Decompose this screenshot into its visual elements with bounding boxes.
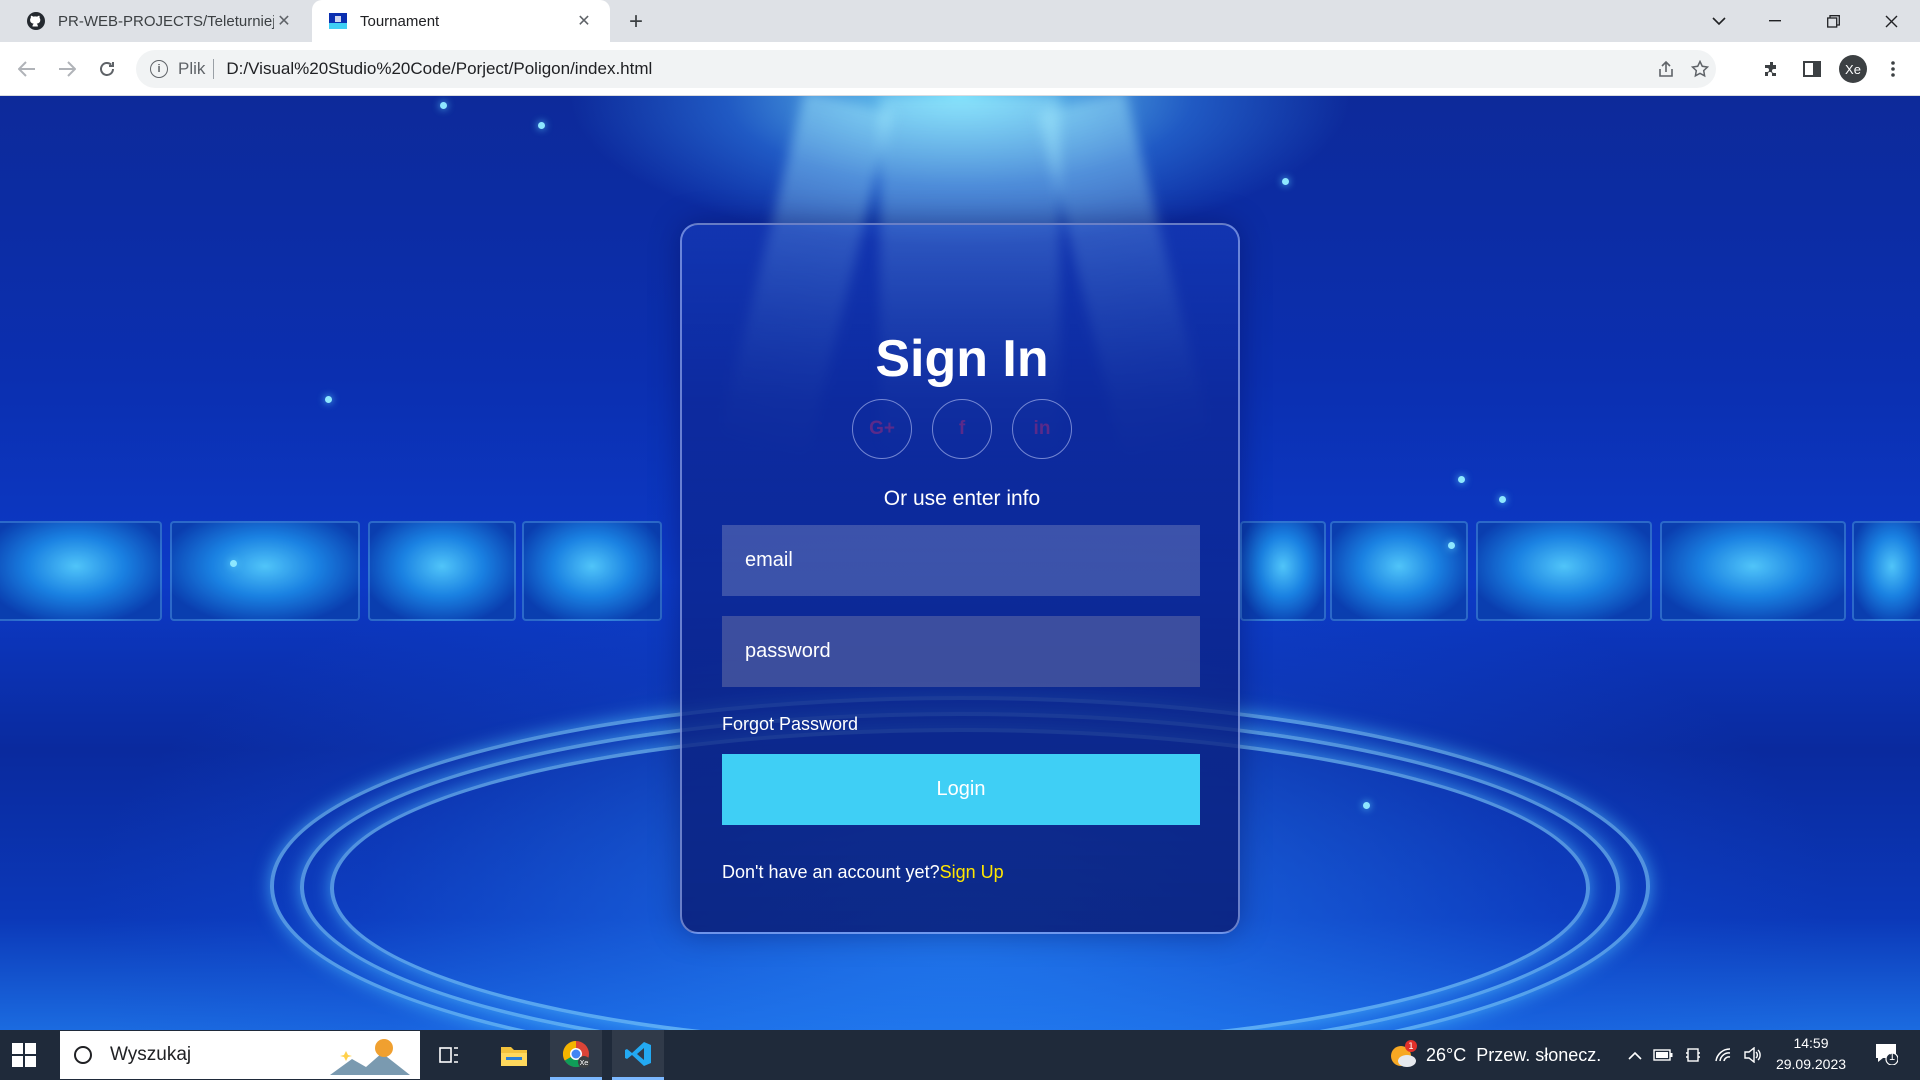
side-panel-icon[interactable] bbox=[1797, 54, 1827, 84]
weather-temp: 26°C bbox=[1426, 1044, 1467, 1065]
weather-widget[interactable]: 1 26°C Przew. słonecz. bbox=[1388, 1030, 1601, 1080]
menu-icon[interactable] bbox=[1878, 54, 1908, 84]
divider bbox=[213, 59, 215, 79]
sparkle bbox=[440, 102, 447, 109]
linkedin-button[interactable]: in bbox=[1012, 399, 1072, 459]
device-icon[interactable] bbox=[1678, 1047, 1708, 1063]
stage-screen bbox=[1660, 521, 1846, 621]
taskbar-search-placeholder: Wyszukaj bbox=[110, 1044, 192, 1065]
windows-taskbar: Wyszukaj Xe 1 26°C Przew. słonecz. 14:59… bbox=[0, 1030, 1920, 1080]
stage-screen bbox=[0, 521, 162, 621]
windows-start-icon[interactable] bbox=[12, 1043, 36, 1067]
info-icon[interactable]: i bbox=[150, 60, 168, 78]
reload-icon[interactable] bbox=[92, 54, 122, 84]
tab-tournament[interactable]: Tournament ✕ bbox=[312, 0, 610, 42]
stage-screen bbox=[522, 521, 662, 621]
tab-title: Tournament bbox=[360, 12, 440, 30]
sparkle bbox=[230, 560, 237, 567]
login-button[interactable]: Login bbox=[722, 754, 1200, 825]
signup-link[interactable]: Sign Up bbox=[940, 862, 1004, 882]
url-text[interactable]: D:/Visual%20Studio%20Code/Porject/Poligo… bbox=[226, 59, 652, 79]
wifi-icon[interactable] bbox=[1708, 1047, 1738, 1063]
clock-time: 14:59 bbox=[1793, 1035, 1829, 1051]
stage-screen bbox=[368, 521, 516, 621]
notification-center[interactable]: 1 bbox=[1866, 1030, 1906, 1080]
tab-search-icon[interactable] bbox=[1696, 0, 1742, 42]
stage-screen bbox=[170, 521, 360, 621]
stage-screen bbox=[1330, 521, 1468, 621]
facebook-icon: f bbox=[958, 418, 966, 439]
tray-icons bbox=[1622, 1030, 1768, 1080]
facebook-button[interactable]: f bbox=[932, 399, 992, 459]
sparkle bbox=[1458, 476, 1465, 483]
extensions-icon[interactable] bbox=[1757, 54, 1787, 84]
svg-text:1: 1 bbox=[1408, 1042, 1414, 1052]
clock-date: 29.09.2023 bbox=[1775, 1056, 1847, 1072]
github-icon bbox=[26, 11, 46, 31]
sparkle bbox=[1363, 802, 1370, 809]
address-bar[interactable]: i Plik D:/Visual%20Studio%20Code/Porject… bbox=[136, 50, 1716, 88]
password-field[interactable]: password bbox=[722, 616, 1200, 687]
signin-title: Sign In bbox=[875, 330, 1049, 388]
no-account-text: Don't have an account yet? bbox=[722, 862, 940, 882]
notification-icon: 1 bbox=[1874, 1041, 1899, 1070]
sparkle bbox=[1282, 178, 1289, 185]
email-field[interactable]: email bbox=[722, 525, 1200, 596]
browser-toolbar: i Plik D:/Visual%20Studio%20Code/Porject… bbox=[0, 42, 1920, 96]
close-icon[interactable]: ✕ bbox=[274, 11, 294, 31]
vscode-icon[interactable] bbox=[612, 1030, 664, 1080]
restore-icon[interactable] bbox=[1810, 0, 1856, 42]
signin-card: Sign In G+ f in Or use enter info email … bbox=[680, 223, 1240, 934]
stage-screen bbox=[1852, 521, 1920, 621]
share-icon[interactable] bbox=[1650, 50, 1682, 88]
file-explorer-icon[interactable] bbox=[488, 1030, 540, 1080]
new-tab-button[interactable]: + bbox=[622, 8, 650, 36]
notification-count: 1 bbox=[1889, 1050, 1896, 1063]
page-viewport: Sign In G+ f in Or use enter info email … bbox=[0, 96, 1920, 1030]
page-favicon bbox=[328, 11, 348, 31]
chrome-icon[interactable]: Xe bbox=[550, 1030, 602, 1080]
forward-icon[interactable] bbox=[52, 54, 82, 84]
signup-prompt: Don't have an account yet?Sign Up bbox=[722, 862, 1004, 883]
profile-avatar[interactable]: Xe bbox=[1839, 55, 1867, 83]
sparkle bbox=[325, 396, 332, 403]
forgot-password-link[interactable]: Forgot Password bbox=[722, 714, 858, 735]
task-view-icon[interactable] bbox=[424, 1030, 476, 1080]
minimize-icon[interactable] bbox=[1752, 0, 1798, 42]
chevron-up-icon[interactable] bbox=[1622, 1051, 1648, 1060]
close-icon[interactable]: ✕ bbox=[574, 11, 594, 31]
weather-sun-icon: 1 bbox=[1388, 1040, 1418, 1070]
stage-screen bbox=[1476, 521, 1652, 621]
svg-text:Xe: Xe bbox=[580, 1059, 589, 1067]
or-divider-text: Or use enter info bbox=[883, 487, 1041, 510]
stage-screen bbox=[1240, 521, 1326, 621]
taskbar-search[interactable]: Wyszukaj bbox=[60, 1031, 420, 1079]
browser-tab-strip: PR-WEB-PROJECTS/Teleturniej a ✕ Tourname… bbox=[0, 0, 1920, 42]
bookmark-star-icon[interactable] bbox=[1684, 50, 1716, 88]
search-icon bbox=[74, 1046, 92, 1064]
search-highlight-image bbox=[330, 1037, 410, 1075]
battery-icon[interactable] bbox=[1648, 1049, 1678, 1061]
window-close-icon[interactable] bbox=[1868, 0, 1914, 42]
sparkle bbox=[1448, 542, 1455, 549]
tab-github[interactable]: PR-WEB-PROJECTS/Teleturniej a ✕ bbox=[10, 0, 310, 42]
google-plus-icon: G+ bbox=[869, 418, 895, 439]
sparkle bbox=[1499, 496, 1506, 503]
system-clock[interactable]: 14:59 29.09.2023 bbox=[1768, 1033, 1854, 1075]
sparkle bbox=[538, 122, 545, 129]
linkedin-icon: in bbox=[1033, 418, 1051, 439]
tab-title: PR-WEB-PROJECTS/Teleturniej a bbox=[58, 12, 274, 30]
weather-desc: Przew. słonecz. bbox=[1476, 1044, 1602, 1065]
speaker-icon[interactable] bbox=[1738, 1047, 1768, 1063]
back-icon[interactable] bbox=[12, 54, 42, 84]
google-plus-button[interactable]: G+ bbox=[852, 399, 912, 459]
social-login-group: G+ f in bbox=[682, 399, 1242, 459]
scheme-label: Plik bbox=[178, 59, 206, 78]
